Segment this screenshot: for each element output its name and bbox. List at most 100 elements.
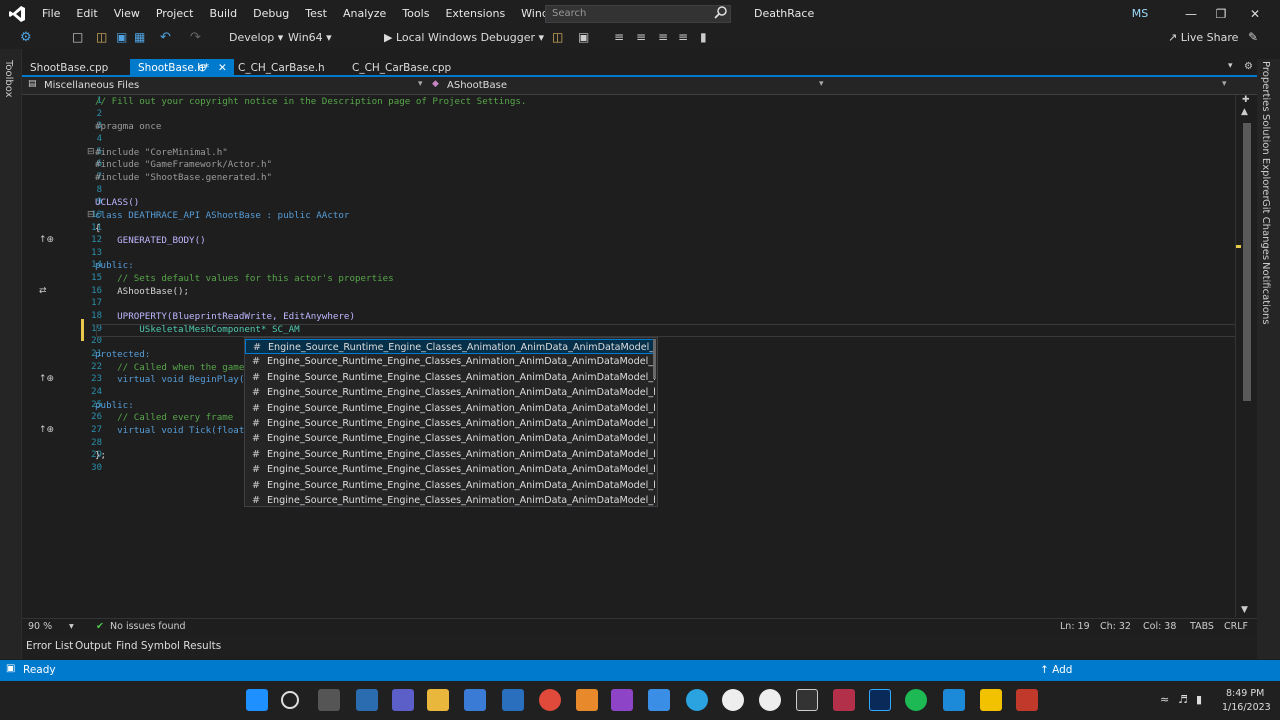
code-line[interactable]: // Fill out your copyright notice in the… — [95, 96, 526, 107]
indent-icon[interactable]: ≡ — [636, 30, 650, 44]
search-icon[interactable] — [714, 5, 730, 21]
new-project-icon[interactable]: □ — [72, 30, 86, 44]
notification-icon[interactable]: ▣ — [6, 663, 15, 674]
override-glyph-icon[interactable]: ↑⊕ — [39, 235, 54, 245]
menu-tools[interactable]: Tools — [394, 0, 437, 27]
indent-mode[interactable]: TABS — [1190, 621, 1214, 632]
tab-find-symbol-results[interactable]: Find Symbol Results — [116, 640, 221, 652]
chevron-down-icon[interactable]: ▾ — [1222, 79, 1227, 89]
live-share-button[interactable]: ↗ Live Share — [1168, 30, 1238, 46]
save-all-icon[interactable]: ▦ — [134, 30, 148, 44]
toolbar-folder-icon[interactable]: ◫ — [552, 30, 566, 44]
menu-analyze[interactable]: Analyze — [335, 0, 394, 27]
maximize-icon[interactable]: ❐ — [1206, 4, 1236, 24]
visual-studio-taskbar-icon[interactable] — [611, 689, 633, 711]
scroll-up-icon[interactable]: ▲ — [1241, 107, 1248, 117]
code-line[interactable]: #pragma once — [95, 121, 161, 132]
code-line[interactable]: #include "GameFramework/Actor.h" — [95, 159, 272, 170]
project-dropdown[interactable]: Miscellaneous Files — [44, 80, 139, 91]
back-icon[interactable]: ⚙ — [20, 30, 34, 45]
code-line[interactable]: #include "ShootBase.generated.h" — [95, 172, 272, 183]
completion-item[interactable]: # Engine_Source_Runtime_Engine_Classes_An… — [245, 462, 655, 477]
notifications-tab[interactable]: Notifications — [1260, 262, 1271, 325]
code-line[interactable]: // Sets default values for this actor's … — [95, 273, 394, 284]
widgets-icon[interactable] — [356, 689, 378, 711]
photoshop-icon[interactable] — [869, 689, 891, 711]
windows-start-icon[interactable] — [246, 689, 268, 711]
menu-view[interactable]: View — [106, 0, 148, 27]
scope-dropdown[interactable]: AShootBase — [447, 80, 507, 91]
save-icon[interactable]: ▣ — [116, 30, 130, 44]
chrome-icon[interactable] — [539, 689, 561, 711]
chevron-down-icon[interactable]: ▾ — [418, 79, 423, 89]
platform-dropdown[interactable]: Win64 ▾ — [288, 30, 332, 46]
toolbox-tab[interactable]: Toolbox — [3, 60, 14, 98]
menu-debug[interactable]: Debug — [245, 0, 297, 27]
code-line[interactable]: virtual void Tick(float — [95, 425, 244, 436]
configuration-dropdown[interactable]: Develop ▾ — [229, 30, 283, 46]
battery-icon[interactable]: ▮ — [1196, 693, 1202, 706]
app-icon[interactable] — [943, 689, 965, 711]
code-line[interactable]: AShootBase(); — [95, 286, 189, 297]
code-line[interactable]: public: — [95, 400, 134, 411]
tab-c-ch-carbase-h[interactable]: C_CH_CarBase.h — [230, 59, 340, 77]
override-glyph-icon[interactable]: ⇄ — [39, 286, 47, 296]
scroll-down-icon[interactable]: ▼ — [1241, 605, 1248, 615]
close-icon[interactable]: ✕ — [1240, 4, 1270, 24]
task-view-icon[interactable] — [318, 689, 340, 711]
tab-close-icon[interactable]: ✕ — [218, 59, 227, 77]
completion-item[interactable]: # Engine_Source_Runtime_Engine_Classes_An… — [245, 339, 655, 355]
code-line[interactable]: // Called every frame — [95, 412, 233, 423]
fold-icon[interactable]: ⊟ — [87, 147, 95, 157]
menu-file[interactable]: File — [34, 0, 68, 27]
recorder-icon[interactable] — [1016, 689, 1038, 711]
store-icon[interactable] — [464, 689, 486, 711]
comment-icon[interactable]: ≡ — [658, 30, 672, 44]
settings-icon[interactable]: ⚙ — [1244, 61, 1253, 72]
tab-error-list[interactable]: Error List — [26, 640, 73, 652]
completion-item[interactable]: # Engine_Source_Runtime_Engine_Classes_An… — [245, 493, 655, 508]
menu-edit[interactable]: Edit — [68, 0, 105, 27]
redo-icon[interactable]: ↷ — [190, 30, 204, 45]
issues-status[interactable]: No issues found — [110, 621, 186, 632]
code-line[interactable]: // Called when the game — [95, 362, 244, 373]
teams-icon[interactable] — [392, 689, 414, 711]
completion-item[interactable]: # Engine_Source_Runtime_Engine_Classes_An… — [245, 370, 655, 385]
code-line[interactable]: { — [95, 223, 101, 234]
fold-icon[interactable]: ⊟ — [87, 210, 95, 220]
add-to-source-control-button[interactable]: ↑ Add — [1040, 664, 1072, 676]
tab-shootbase-h[interactable]: ShootBase.h* ⊕ ✕ — [130, 59, 234, 77]
tab-output[interactable]: Output — [75, 640, 111, 652]
unreal-engine-2-icon[interactable] — [759, 689, 781, 711]
avatar[interactable]: MS — [1128, 6, 1152, 22]
code-line[interactable]: }; — [95, 450, 106, 461]
start-debugging-button[interactable]: ▶ Local Windows Debugger ▾ — [384, 30, 544, 46]
clock-date[interactable]: 1/16/2023 — [1222, 702, 1271, 713]
code-line[interactable]: GENERATED_BODY() — [95, 235, 206, 246]
todo-icon[interactable] — [648, 689, 670, 711]
minimize-icon[interactable]: — — [1176, 4, 1206, 24]
volume-icon[interactable]: ♬ — [1178, 693, 1188, 706]
completion-item[interactable]: # Engine_Source_Runtime_Engine_Classes_An… — [245, 478, 655, 493]
scroll-thumb[interactable] — [1243, 123, 1251, 401]
unreal-engine-icon[interactable] — [722, 689, 744, 711]
completion-item[interactable]: # Engine_Source_Runtime_Engine_Classes_An… — [245, 385, 655, 400]
line-ending[interactable]: CRLF — [1224, 621, 1248, 632]
override-glyph-icon[interactable]: ↑⊕ — [39, 425, 54, 435]
screenshot-icon[interactable]: ▣ — [578, 30, 592, 44]
code-line[interactable]: UPROPERTY(BlueprintReadWrite, EditAnywhe… — [95, 311, 355, 322]
completion-item[interactable]: # Engine_Source_Runtime_Engine_Classes_An… — [245, 431, 655, 446]
completion-item[interactable]: # Engine_Source_Runtime_Engine_Classes_An… — [245, 354, 655, 369]
code-line[interactable]: #include "CoreMinimal.h" — [95, 147, 228, 158]
pin-icon[interactable]: ⊕ — [198, 59, 207, 77]
tab-shootbase-cpp[interactable]: ShootBase.cpp — [22, 59, 128, 77]
split-icon[interactable]: ✚ — [1242, 95, 1250, 105]
epic-games-icon[interactable] — [796, 689, 818, 711]
chevron-down-icon[interactable]: ▾ — [819, 79, 824, 89]
intellisense-completion-list[interactable]: # Engine_Source_Runtime_Engine_Classes_An… — [244, 337, 658, 507]
undo-icon[interactable]: ↶ — [160, 30, 174, 45]
bookmark-icon[interactable]: ▮ — [700, 30, 714, 44]
col-number[interactable]: Col: 38 — [1143, 621, 1176, 632]
code-line[interactable]: class DEATHRACE_API AShootBase : public … — [95, 210, 349, 221]
completion-scrollbar[interactable] — [653, 339, 656, 379]
